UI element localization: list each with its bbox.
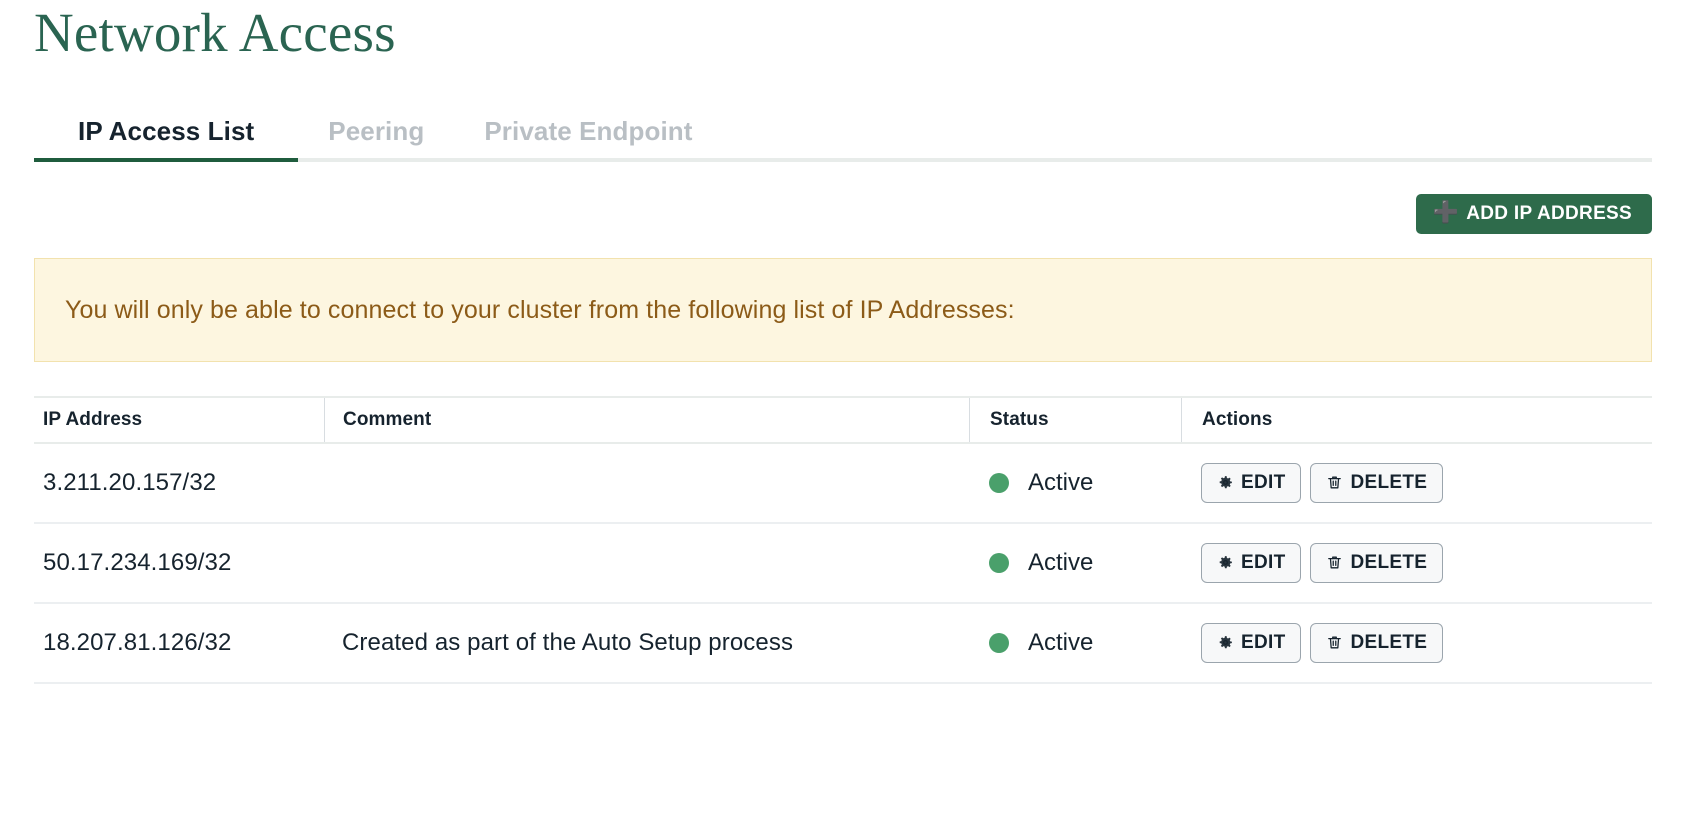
edit-button-label: EDIT	[1241, 471, 1286, 493]
add-ip-address-label: ADD IP ADDRESS	[1466, 202, 1632, 224]
trash-icon	[1326, 554, 1343, 571]
tab-bar: IP Access List Peering Private Endpoint	[34, 110, 1652, 162]
edit-button-label: EDIT	[1241, 631, 1286, 653]
cell-ip-address: 50.17.234.169/32	[43, 548, 232, 576]
column-header-ip-address: IP Address	[43, 408, 143, 430]
gear-icon	[1217, 554, 1234, 571]
cell-comment: Created as part of the Auto Setup proces…	[342, 628, 794, 656]
page-title: Network Access	[34, 2, 396, 63]
table-row: 50.17.234.169/32 Active EDIT DELETE	[34, 524, 1652, 604]
delete-button-label: DELETE	[1350, 471, 1428, 493]
status-badge: Active	[989, 469, 1093, 497]
edit-button-label: EDIT	[1241, 551, 1286, 573]
edit-button[interactable]: EDIT	[1201, 462, 1302, 503]
table-row: 18.207.81.126/32 Created as part of the …	[34, 604, 1652, 684]
delete-button[interactable]: DELETE	[1310, 462, 1444, 503]
tab-private-endpoint[interactable]: Private Endpoint	[454, 118, 722, 158]
status-label: Active	[1028, 548, 1094, 576]
gear-icon	[1217, 634, 1234, 651]
status-label: Active	[1028, 628, 1094, 656]
row-actions: EDIT DELETE	[1201, 462, 1444, 503]
status-dot-icon	[989, 472, 1009, 493]
column-header-status: Status	[990, 408, 1049, 430]
info-banner-text: You will only be able to connect to your…	[65, 295, 1015, 324]
network-access-page: Network Access IP Access List Peering Pr…	[0, 0, 1686, 830]
column-header-actions: Actions	[1202, 408, 1273, 430]
delete-button[interactable]: DELETE	[1310, 622, 1444, 663]
trash-icon	[1326, 634, 1343, 651]
plus-icon: ➕	[1432, 201, 1460, 225]
trash-icon	[1326, 474, 1343, 491]
edit-button[interactable]: EDIT	[1201, 542, 1302, 583]
status-dot-icon	[989, 632, 1009, 653]
status-badge: Active	[989, 549, 1093, 577]
info-banner: You will only be able to connect to your…	[34, 257, 1652, 362]
delete-button[interactable]: DELETE	[1310, 542, 1444, 583]
status-dot-icon	[989, 552, 1009, 573]
row-actions: EDIT DELETE	[1201, 542, 1444, 583]
table-row: 3.211.20.157/32 Active EDIT DELETE	[34, 444, 1652, 524]
table-header-row: IP Address Comment Status Actions	[34, 397, 1652, 444]
ip-access-list-table: IP Address Comment Status Actions 3.211.…	[34, 395, 1652, 684]
status-label: Active	[1028, 468, 1094, 496]
delete-button-label: DELETE	[1350, 551, 1428, 573]
cell-ip-address: 18.207.81.126/32	[43, 628, 232, 656]
edit-button[interactable]: EDIT	[1201, 622, 1302, 663]
delete-button-label: DELETE	[1350, 631, 1428, 653]
row-actions: EDIT DELETE	[1201, 622, 1444, 663]
column-header-comment: Comment	[343, 408, 432, 430]
tab-peering[interactable]: Peering	[298, 118, 454, 158]
add-ip-address-button[interactable]: ➕ ADD IP ADDRESS	[1415, 193, 1652, 234]
status-badge: Active	[989, 629, 1093, 657]
cell-ip-address: 3.211.20.157/32	[43, 468, 217, 496]
gear-icon	[1217, 474, 1234, 491]
toolbar: ➕ ADD IP ADDRESS	[34, 193, 1652, 234]
tab-ip-access-list[interactable]: IP Access List	[34, 118, 299, 162]
